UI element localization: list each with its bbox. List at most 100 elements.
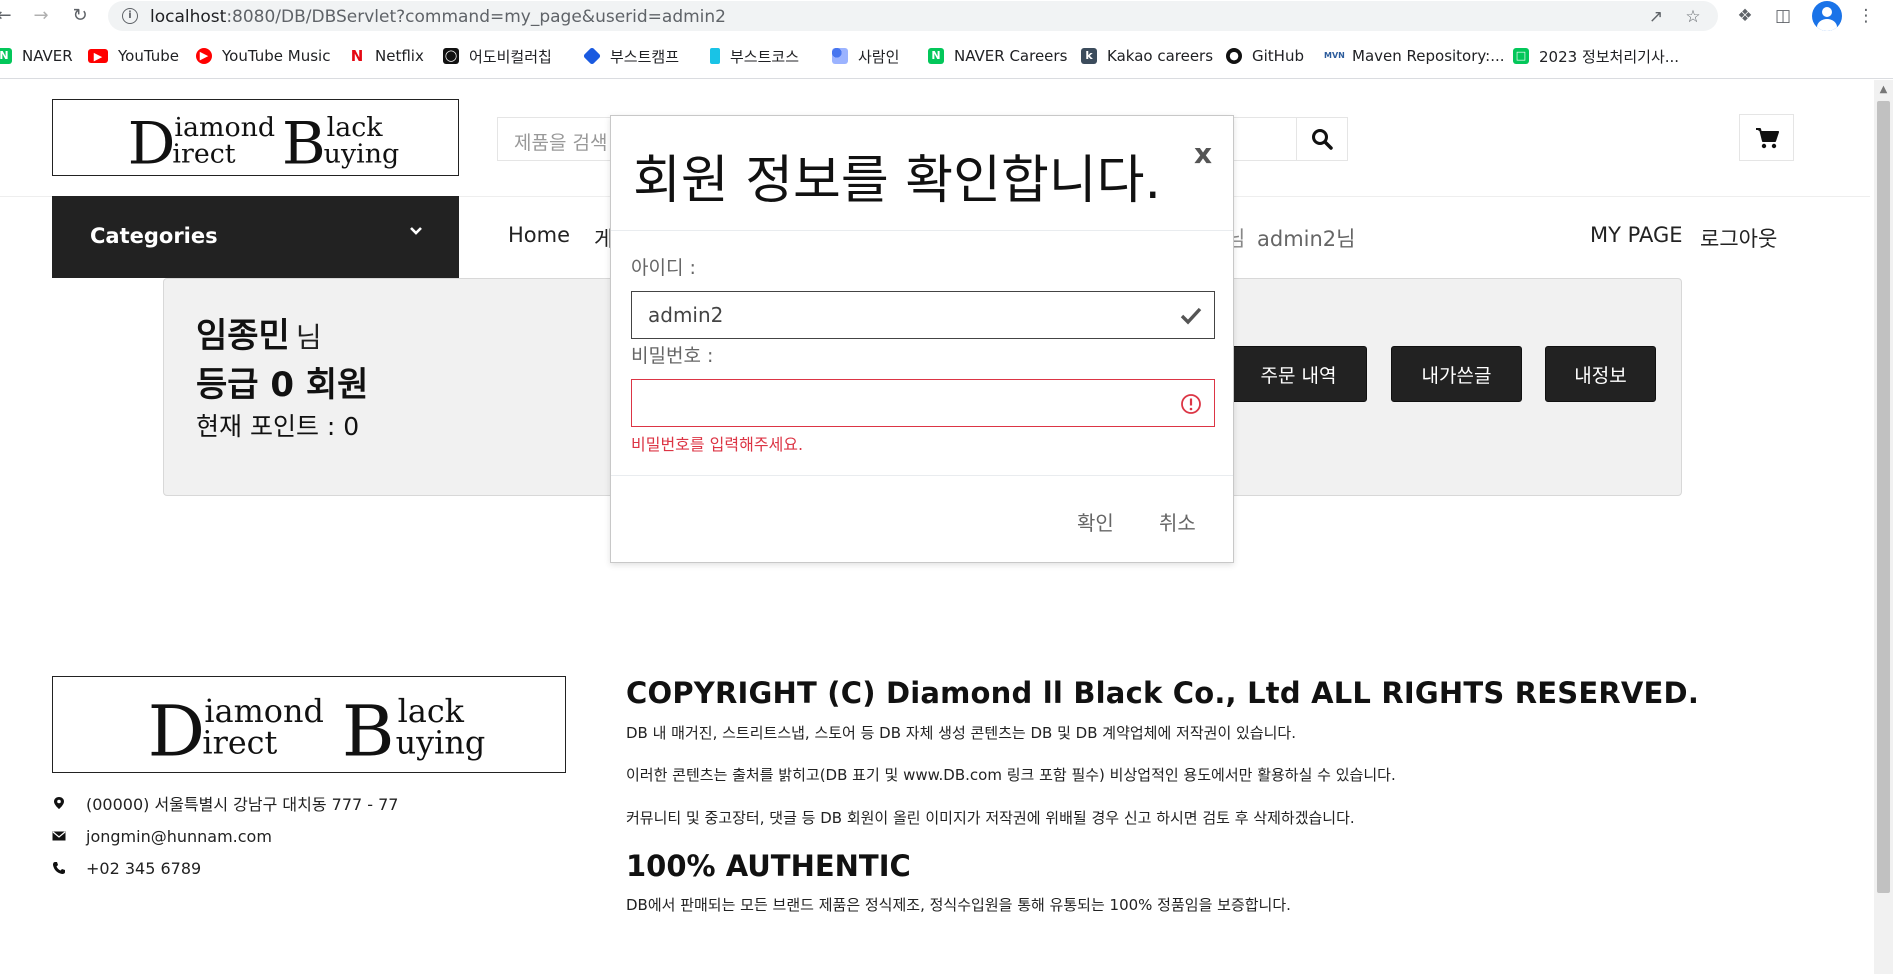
netflix-icon: N: [349, 47, 365, 65]
naver-careers-icon: N: [928, 48, 944, 64]
cancel-button[interactable]: 취소: [1159, 507, 1196, 536]
id-input-value: admin2: [648, 303, 724, 327]
menu-kebab-icon[interactable]: ⋮: [1854, 4, 1878, 28]
footer-copyright: COPYRIGHT (C) Diamond ll Black Co., Ltd …: [626, 676, 1700, 710]
error-icon: [1181, 394, 1201, 414]
footer-authentic-title: 100% AUTHENTIC: [626, 849, 911, 883]
maven-icon: MVN: [1324, 48, 1345, 64]
member-grade: 등급 0 회원: [196, 365, 369, 405]
profile-avatar[interactable]: [1812, 1, 1842, 31]
address-bar[interactable]: i localhost:8080/DB/DBServlet?command=my…: [108, 1, 1718, 31]
member-points: 현재 포인트 : 0: [196, 412, 360, 441]
check-icon: [1180, 307, 1202, 325]
forward-icon[interactable]: →: [29, 4, 53, 28]
svg-text:D: D: [148, 690, 205, 772]
nav-logout[interactable]: 로그아웃: [1700, 223, 1777, 253]
youtube-icon: ▶: [88, 49, 108, 63]
youtube-music-icon: ▶: [196, 48, 212, 64]
kakao-careers-icon: k: [1081, 48, 1097, 64]
boostcourse-icon: [710, 48, 720, 64]
svg-text:B: B: [282, 109, 326, 175]
bookmark-adobe-color[interactable]: ◯ 어도비컬러칩: [443, 46, 552, 66]
bookmark-saramin[interactable]: 사람인: [832, 46, 899, 66]
bookmark-maven[interactable]: MVN Maven Repository:...: [1324, 46, 1505, 66]
close-icon[interactable]: x: [1194, 137, 1212, 170]
id-label: 아이디 :: [631, 257, 696, 279]
svg-text:irect: irect: [202, 726, 277, 762]
svg-text:uying: uying: [324, 139, 400, 170]
cart-button[interactable]: [1739, 114, 1794, 161]
footer-phone: +02 345 6789: [52, 857, 201, 879]
member-name: 임종민 님: [196, 316, 322, 356]
naver-icon: N: [0, 48, 12, 64]
bookmark-naver-careers[interactable]: N NAVER Careers: [928, 46, 1067, 66]
footer-address: (00000) 서울특별시 강남구 대치동 777 - 77: [52, 792, 399, 814]
bookmark-2023-exam[interactable]: □ 2023 정보처리기사...: [1513, 46, 1679, 66]
adobe-color-icon: ◯: [443, 48, 459, 64]
search-button[interactable]: [1296, 117, 1348, 161]
search-icon: [1312, 129, 1333, 150]
bookmark-naver[interactable]: N NAVER: [0, 46, 73, 66]
verify-member-modal: 회원 정보를 확인합니다. x 아이디 : admin2 비밀번호 : 비밀번호…: [610, 115, 1234, 563]
footer-notice-2: 이러한 콘텐츠는 출처를 밝히고(DB 표기 및 www.DB.com 링크 포…: [626, 766, 1396, 784]
id-input[interactable]: admin2: [631, 291, 1215, 339]
map-pin-icon: [54, 797, 64, 809]
footer-authentic-text: DB에서 판매되는 모든 브랜드 제품은 정식제조, 정식수입원을 통해 유통되…: [626, 896, 1291, 914]
back-icon[interactable]: ←: [0, 4, 16, 28]
footer-email[interactable]: jongmin@hunnam.com: [52, 825, 272, 847]
site-logo[interactable]: D iamond irect B lack uying: [52, 99, 459, 176]
footer-logo[interactable]: D iamond irect B lack uying: [52, 676, 566, 773]
password-error-message: 비밀번호를 입력해주세요.: [631, 435, 804, 454]
order-history-button[interactable]: 주문 내역: [1230, 346, 1367, 402]
bookmark-star-icon[interactable]: ☆: [1682, 6, 1704, 28]
chrome-divider: [0, 78, 1893, 79]
bookmark-site-icon: □: [1513, 48, 1529, 64]
boostcamp-icon: [582, 46, 602, 66]
bookmark-youtube[interactable]: ▶ YouTube: [88, 46, 179, 66]
bookmark-boostcourse[interactable]: 부스트코스: [710, 46, 799, 66]
site-info-icon[interactable]: i: [122, 8, 138, 24]
svg-text:uying: uying: [396, 726, 486, 762]
browser-toolbar: ← → ↻ i localhost:8080/DB/DBServlet?comm…: [0, 0, 1893, 32]
nav-home[interactable]: Home: [508, 223, 570, 247]
modal-title: 회원 정보를 확인합니다.: [633, 151, 1161, 211]
footer-notice-1: DB 내 매거진, 스트리트스냅, 스토어 등 DB 자체 생성 콘텐츠는 DB…: [626, 724, 1296, 742]
svg-text:irect: irect: [172, 139, 235, 170]
modal-footer-divider: [611, 475, 1233, 476]
search-placeholder: 제품을 검색: [514, 132, 608, 154]
categories-dropdown[interactable]: Categories: [52, 196, 459, 278]
svg-text:lack: lack: [398, 694, 465, 730]
scrollbar-thumb[interactable]: [1877, 101, 1890, 893]
password-input[interactable]: [631, 379, 1215, 427]
bookmark-boostcamp[interactable]: 부스트캠프: [582, 46, 679, 66]
footer-notice-3: 커뮤니티 및 중고장터, 댓글 등 DB 회원이 올린 이미지가 저작권에 위배…: [626, 809, 1355, 827]
svg-text:D: D: [128, 109, 176, 175]
nav-mypage[interactable]: MY PAGE: [1590, 223, 1682, 247]
my-info-button[interactable]: 내정보: [1545, 346, 1656, 402]
confirm-button[interactable]: 확인: [1077, 507, 1114, 536]
logo-graphic: D iamond irect B lack uying: [128, 109, 400, 175]
categories-label: Categories: [90, 224, 218, 248]
svg-text:iamond: iamond: [204, 694, 323, 730]
bookmark-netflix[interactable]: N Netflix: [349, 46, 424, 66]
scroll-up-arrow-icon[interactable]: ▲: [1874, 80, 1893, 99]
my-posts-button[interactable]: 내가쓴글: [1391, 346, 1522, 402]
chevron-down-icon: [410, 227, 422, 235]
url-text[interactable]: localhost:8080/DB/DBServlet?command=my_p…: [150, 7, 726, 27]
bookmark-youtube-music[interactable]: ▶ YouTube Music: [196, 46, 330, 66]
svg-text:B: B: [342, 690, 395, 772]
cart-icon: [1756, 128, 1779, 149]
password-label: 비밀번호 :: [631, 345, 714, 367]
envelope-icon: [52, 831, 66, 841]
bookmark-github[interactable]: ● GitHub: [1226, 46, 1304, 66]
reload-icon[interactable]: ↻: [68, 4, 92, 28]
bookmark-kakao-careers[interactable]: k Kakao careers: [1081, 46, 1213, 66]
saramin-icon: [832, 48, 848, 64]
bookmarks-bar: N NAVER ▶ YouTube ▶ YouTube Music N Netflix …: [0, 42, 1893, 70]
side-panel-icon[interactable]: ◫: [1771, 4, 1795, 28]
extensions-icon[interactable]: ❖: [1733, 4, 1757, 28]
phone-icon: [53, 862, 65, 874]
share-icon[interactable]: ↗: [1645, 6, 1667, 28]
footer-logo-graphic: D iamond irect B lack uying: [148, 690, 486, 772]
nav-user-greeting: admin2님: [1257, 227, 1356, 251]
